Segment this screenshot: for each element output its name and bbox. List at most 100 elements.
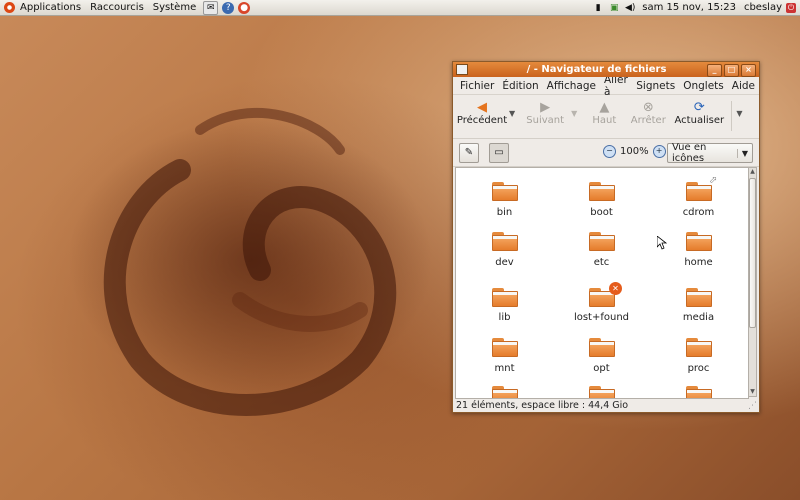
file-label: lost+found: [573, 312, 630, 323]
file-item[interactable]: etc: [553, 228, 650, 278]
view-mode-select[interactable]: Vue en icônes ▼: [667, 142, 753, 164]
forward-arrow-icon: ▶: [540, 99, 551, 115]
ubuntu-logo-icon: [4, 2, 15, 13]
user-switcher[interactable]: cbeslay: [744, 2, 782, 13]
location-bar: ✎ ▭ − 100% + Vue en icônes ▼: [453, 139, 759, 167]
top-panel: Applications Raccourcis Système ✉ ? ● ▮ …: [0, 0, 800, 16]
update-notifier-icon[interactable]: ▣: [608, 2, 620, 13]
file-label: cdrom: [682, 207, 715, 218]
panel-tray: ▮ ▣ ◀) sam 15 nov, 15:23 cbeslay ⏻: [590, 0, 800, 15]
folder-icon: [685, 232, 712, 251]
vertical-scrollbar[interactable]: ▲ ▼: [748, 167, 757, 397]
scroll-up-icon[interactable]: ▲: [749, 168, 756, 176]
symlink-emblem-icon: ⬀: [709, 175, 718, 186]
zoom-level[interactable]: 100%: [620, 146, 649, 157]
applications-menu-label: Applications: [20, 2, 82, 13]
file-item[interactable]: ✕ lost+found: [553, 282, 650, 328]
back-label: Précédent: [456, 115, 508, 126]
file-item[interactable]: media: [650, 284, 747, 328]
file-item[interactable]: lib: [456, 284, 553, 328]
folder-icon: [491, 232, 518, 251]
zoom-out-icon[interactable]: −: [603, 145, 616, 158]
firefox-launcher-icon[interactable]: ●: [238, 1, 251, 14]
up-button[interactable]: ▲ Haut: [581, 95, 627, 127]
file-browser-window: / - Navigateur de fichiers _ □ × Fichier…: [452, 61, 760, 413]
zoom-in-icon[interactable]: +: [652, 145, 666, 158]
file-label: bin: [496, 207, 513, 218]
menu-file[interactable]: Fichier: [460, 80, 494, 92]
file-item[interactable]: mnt: [456, 334, 553, 378]
resize-grip-icon[interactable]: ⋰: [748, 401, 757, 411]
close-button[interactable]: ×: [741, 64, 756, 77]
file-item[interactable]: opt: [553, 334, 650, 378]
up-label: Haut: [592, 115, 617, 126]
folder-icon: [491, 288, 518, 307]
icon-view[interactable]: bin boot ⬀ cdrom dev etc home lib ✕ lost+f…: [455, 167, 749, 399]
file-item[interactable]: dev: [456, 228, 553, 278]
file-item[interactable]: [553, 382, 650, 398]
network-icon[interactable]: ▮: [592, 2, 604, 13]
folder-icon: [588, 338, 615, 357]
folder-icon: [685, 182, 712, 201]
stop-icon: ⊗: [642, 99, 654, 115]
file-item[interactable]: ⬀ cdrom: [650, 175, 747, 228]
file-label: opt: [593, 363, 610, 374]
file-label: home: [684, 257, 713, 268]
scrollbar-thumb[interactable]: [749, 178, 756, 328]
help-launcher-icon[interactable]: ?: [222, 1, 235, 14]
volume-icon[interactable]: ◀): [624, 2, 636, 13]
folder-icon: [685, 338, 712, 357]
folder-icon: [491, 182, 518, 201]
folder-icon: [491, 338, 518, 357]
toolbar-separator: [731, 101, 733, 131]
stop-button[interactable]: ⊗ Arrêter: [627, 95, 669, 127]
menu-help[interactable]: Aide: [732, 80, 755, 92]
view-mode-value: Vue en icônes: [672, 142, 707, 164]
file-label: boot: [590, 207, 613, 218]
unreadable-emblem-icon: ✕: [609, 282, 622, 295]
mail-launcher-icon[interactable]: ✉: [203, 0, 219, 15]
file-item[interactable]: proc: [650, 334, 747, 378]
forward-button[interactable]: ▶ Suivant: [519, 95, 571, 127]
folder-icon: [685, 288, 712, 307]
system-menu[interactable]: Système: [149, 0, 201, 15]
file-item[interactable]: boot: [553, 178, 650, 228]
file-label: proc: [687, 363, 710, 374]
forward-label: Suivant: [526, 115, 565, 126]
window-titlebar[interactable]: / - Navigateur de fichiers _ □ ×: [453, 62, 759, 77]
drive-icon: ▭: [494, 147, 504, 158]
power-icon[interactable]: ⏻: [786, 2, 796, 13]
file-item[interactable]: bin: [456, 178, 553, 228]
zoom-control: − 100% +: [599, 145, 670, 158]
minimize-button[interactable]: _: [707, 64, 722, 77]
toggle-location-entry-button[interactable]: ✎: [459, 142, 479, 163]
scroll-down-icon[interactable]: ▼: [749, 388, 756, 396]
menu-view[interactable]: Affichage: [547, 80, 596, 92]
forward-history-dropdown-icon[interactable]: ▼: [571, 95, 577, 118]
system-menu-label: Système: [152, 2, 197, 13]
applications-menu[interactable]: Applications: [0, 0, 86, 15]
up-arrow-icon: ▲: [599, 99, 610, 115]
menubar: Fichier Édition Affichage Aller à Signet…: [453, 74, 759, 98]
back-button[interactable]: ◀ Précédent: [455, 95, 509, 127]
file-label: etc: [593, 257, 610, 268]
menu-edit[interactable]: Édition: [502, 80, 538, 92]
menu-tabs[interactable]: Onglets: [683, 80, 724, 92]
maximize-button[interactable]: □: [724, 64, 739, 77]
window-icon[interactable]: [456, 64, 468, 75]
chevron-down-icon: ▼: [737, 148, 752, 158]
stop-label: Arrêter: [630, 115, 666, 126]
reload-button[interactable]: ⟳ Actualiser: [671, 95, 727, 127]
file-item[interactable]: [456, 382, 553, 398]
file-item[interactable]: [650, 382, 747, 398]
places-menu[interactable]: Raccourcis: [86, 0, 149, 15]
status-bar: 21 éléments, espace libre : 44,4 Gio ⋰: [453, 398, 759, 412]
toolbar-overflow-icon[interactable]: ▼: [736, 95, 742, 118]
menu-go[interactable]: Aller à: [604, 74, 628, 98]
path-root-button[interactable]: ▭: [489, 142, 509, 163]
menu-bookmarks[interactable]: Signets: [636, 80, 675, 92]
back-history-dropdown-icon[interactable]: ▼: [509, 95, 515, 118]
edit-icon: ✎: [464, 147, 474, 158]
file-label: mnt: [494, 363, 515, 374]
clock[interactable]: sam 15 nov, 15:23: [642, 2, 736, 13]
